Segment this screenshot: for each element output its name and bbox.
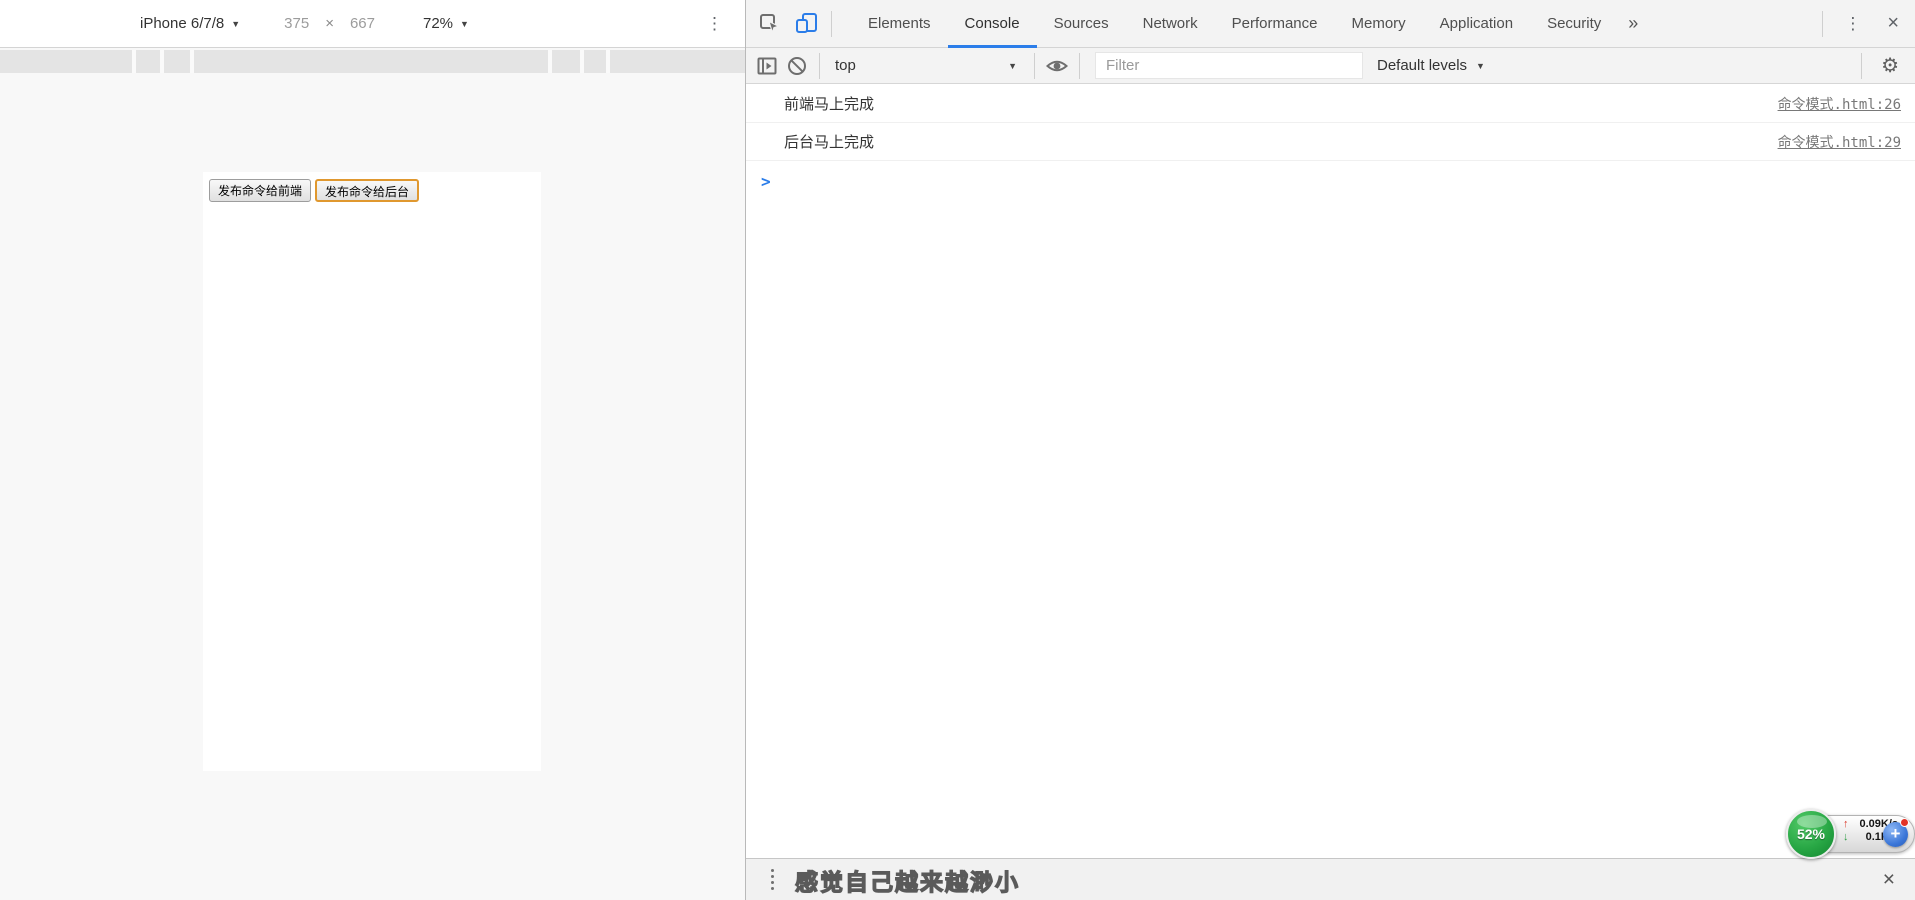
ruler-gap [580, 50, 584, 73]
ruler-gap [190, 50, 194, 73]
tab-sources[interactable]: Sources [1037, 0, 1126, 48]
ruler-gap [132, 50, 136, 73]
separator [819, 52, 820, 79]
devtools-menu-button[interactable]: ⋮ [1830, 14, 1875, 34]
filter-input[interactable] [1095, 52, 1363, 79]
dispatch-frontend-button[interactable]: 发布命令给前端 [209, 179, 312, 202]
ruler-gap [160, 50, 164, 73]
speed-monitor-widget[interactable]: 52% ↑ 0.09K/s ↓ 0.1K/s + [1786, 808, 1915, 862]
source-link[interactable]: 命令模式.html:29 [1778, 132, 1901, 152]
memory-percent-badge[interactable]: 52% [1786, 809, 1836, 859]
download-arrow-icon: ↓ [1843, 831, 1849, 843]
console-sidebar-icon[interactable] [752, 52, 782, 80]
tab-network[interactable]: Network [1126, 0, 1215, 48]
live-expression-eye-icon[interactable] [1042, 52, 1072, 80]
console-prompt[interactable]: > [746, 161, 1915, 191]
tab-memory[interactable]: Memory [1335, 0, 1423, 48]
separator [1034, 52, 1035, 79]
clear-console-icon[interactable] [782, 52, 812, 80]
devtools-close-button[interactable]: × [1875, 12, 1911, 35]
device-height-value[interactable]: 667 [350, 15, 375, 32]
bottom-drawer-bar: 感觉自己越来越渺小 × [746, 858, 1915, 900]
chevron-down-icon: ▼ [231, 18, 241, 29]
drag-handle-icon[interactable] [771, 869, 774, 890]
tab-elements[interactable]: Elements [851, 0, 948, 48]
zoom-select[interactable]: 72% ▼ [423, 15, 469, 32]
toggle-device-toolbar-icon[interactable] [788, 7, 824, 41]
device-emulation-panel: iPhone 6/7/8 ▼ 375 × 667 72% ▼ ⋮ 发布命令给前端… [0, 0, 746, 900]
log-levels-select[interactable]: Default levels ▼ [1377, 57, 1485, 74]
multiply-icon: × [325, 15, 334, 32]
zoom-level-value: 72% [423, 15, 454, 32]
console-message-row: 前端马上完成 命令模式.html:26 [746, 85, 1915, 123]
tab-security[interactable]: Security [1530, 0, 1618, 48]
tab-performance[interactable]: Performance [1215, 0, 1335, 48]
log-levels-label: Default levels [1377, 57, 1468, 74]
device-select[interactable]: iPhone 6/7/8 ▼ [140, 15, 240, 32]
device-width-value[interactable]: 375 [284, 15, 309, 32]
console-messages-area[interactable]: 前端马上完成 命令模式.html:26 后台马上完成 命令模式.html:29 … [746, 85, 1915, 858]
console-toolbar: top ▼ Default levels ▼ ⚙ [746, 48, 1915, 84]
separator [1822, 10, 1824, 37]
upload-arrow-icon: ↑ [1843, 818, 1849, 830]
separator [831, 10, 832, 37]
drawer-message-text: 感觉自己越来越渺小 [794, 868, 1020, 895]
tab-application[interactable]: Application [1423, 0, 1530, 48]
emulated-page: 发布命令给前端 发布命令给后台 [203, 172, 541, 771]
more-tabs-button[interactable]: » [1618, 13, 1648, 34]
prompt-chevron-icon: > [761, 172, 771, 191]
execution-context-label: top [835, 57, 856, 74]
device-toolbar: iPhone 6/7/8 ▼ 375 × 667 72% ▼ ⋮ [0, 0, 745, 48]
memory-percent-value: 52% [1796, 826, 1826, 842]
chevron-down-icon: ▼ [460, 18, 469, 29]
devtools-panel: Elements Console Sources Network Perform… [746, 0, 1915, 900]
device-select-label: iPhone 6/7/8 [140, 15, 225, 32]
size-ruler[interactable] [0, 50, 745, 73]
devtools-tabbar: Elements Console Sources Network Perform… [746, 0, 1915, 48]
chevron-down-icon: ▼ [1476, 60, 1485, 71]
console-message-text: 前端马上完成 [784, 95, 875, 113]
chevron-down-icon: ▼ [1008, 60, 1017, 71]
drawer-close-button[interactable]: × [1883, 868, 1895, 892]
separator [1079, 52, 1080, 79]
inspect-element-icon[interactable] [752, 7, 788, 41]
execution-context-select[interactable]: top ▼ [827, 57, 1027, 74]
console-message-row: 后台马上完成 命令模式.html:29 [746, 123, 1915, 161]
settings-gear-icon[interactable]: ⚙ [1869, 53, 1909, 78]
separator [1861, 52, 1863, 79]
page-button-row: 发布命令给前端 发布命令给后台 [203, 172, 541, 209]
notification-dot [1900, 818, 1909, 827]
gauge-shine [1797, 815, 1827, 828]
tab-console[interactable]: Console [948, 0, 1037, 48]
ruler-gap [606, 50, 610, 73]
ruler-gap [548, 50, 552, 73]
source-link[interactable]: 命令模式.html:26 [1778, 94, 1901, 114]
device-toolbar-menu-button[interactable]: ⋮ [706, 0, 723, 48]
dispatch-backend-button[interactable]: 发布命令给后台 [315, 179, 420, 202]
console-message-text: 后台马上完成 [784, 133, 875, 151]
